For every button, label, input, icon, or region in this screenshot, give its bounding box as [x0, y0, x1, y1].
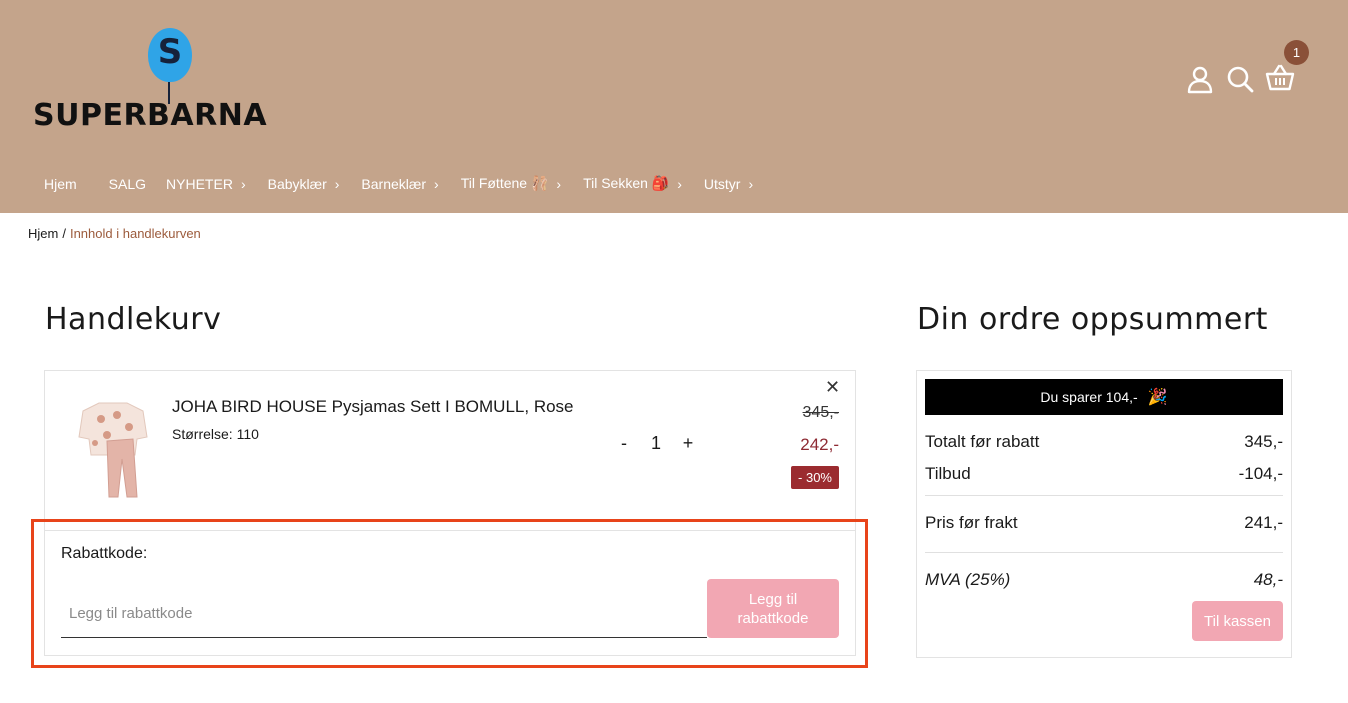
summary-row-vat: MVA (25%) 48,-: [925, 570, 1283, 590]
quantity-increase-button[interactable]: +: [681, 433, 695, 454]
nav-item-label: Til Sekken 🎒: [583, 175, 670, 191]
original-price: 345,-: [802, 404, 839, 421]
nav-item-label: Til Føttene 🩰: [460, 175, 549, 191]
summary-row-label: Pris før frakt: [925, 513, 1018, 532]
breadcrumb: Hjem / Innhold i handlekurven: [28, 226, 201, 241]
quantity-stepper: - 1 +: [617, 433, 695, 454]
nav-item-babyklaer[interactable]: Babyklær ›: [268, 176, 340, 192]
product-name-link[interactable]: JOHA BIRD HOUSE Pysjamas Sett I BOMULL, …: [172, 397, 574, 417]
nav-item-barneklaer[interactable]: Barneklær ›: [361, 176, 438, 192]
user-icon[interactable]: [1185, 64, 1215, 94]
page-title: Handlekurv: [45, 302, 222, 337]
product-image[interactable]: [73, 393, 153, 499]
breadcrumb-current[interactable]: Innhold i handlekurven: [70, 226, 201, 241]
summary-row-value: -104,-: [1238, 464, 1283, 483]
balloon-icon: S: [148, 28, 192, 82]
cart-count-badge: 1: [1284, 40, 1309, 65]
nav-item-nyheter[interactable]: NYHETER ›: [166, 176, 246, 192]
chevron-right-icon: ›: [334, 175, 340, 192]
chevron-right-icon: ›: [434, 175, 439, 192]
party-popper-icon: 🎉: [1147, 389, 1168, 406]
sale-price: 242,-: [800, 435, 839, 454]
header-actions: 1: [1185, 40, 1309, 96]
order-summary-panel: Du sparer 104,- 🎉 Totalt før rabatt 345,…: [916, 370, 1292, 658]
site-header: S SUPERBARNA 1 Hjem SALG NYHETER › Babyk…: [0, 0, 1348, 213]
summary-row-label: Totalt før rabatt: [925, 432, 1040, 451]
chevron-right-icon: ›: [240, 175, 246, 192]
summary-row-value: 241,-: [1244, 513, 1283, 532]
quantity-decrease-button[interactable]: -: [617, 433, 631, 454]
savings-text: Du sparer 104,-: [1040, 389, 1138, 405]
summary-row-total-before-discount: Totalt før rabatt 345,-: [925, 432, 1283, 452]
nav-item-label: Barneklær: [361, 175, 427, 192]
breadcrumb-home-link[interactable]: Hjem: [28, 226, 58, 241]
nav-item-til-sekken[interactable]: Til Sekken 🎒 ›: [583, 175, 682, 192]
basket-icon: [1265, 64, 1295, 91]
chevron-right-icon: ›: [748, 175, 754, 192]
summary-row-label: MVA (25%): [925, 570, 1011, 589]
chevron-right-icon: ›: [556, 175, 562, 192]
nav-item-utstyr[interactable]: Utstyr ›: [704, 176, 753, 192]
nav-item-til-fottene[interactable]: Til Føttene 🩰 ›: [461, 175, 561, 192]
product-size: Størrelse: 110: [172, 426, 259, 442]
cart-button[interactable]: 1: [1265, 40, 1309, 96]
search-icon[interactable]: [1225, 64, 1255, 94]
summary-row-offer: Tilbud -104,-: [925, 464, 1283, 484]
logo-text: SUPERBARNA: [33, 98, 268, 133]
summary-row-value: 48,-: [1253, 570, 1283, 589]
savings-banner: Du sparer 104,- 🎉: [925, 379, 1283, 415]
superbarna-logo[interactable]: S SUPERBARNA: [33, 26, 268, 134]
coupon-highlight-frame: [31, 519, 868, 668]
nav-item-label: Utstyr: [703, 175, 741, 192]
logo-letter: S: [157, 32, 183, 72]
remove-item-close-icon[interactable]: ✕: [825, 377, 840, 398]
chevron-right-icon: ›: [677, 175, 682, 192]
nav-item-label: Babyklær: [267, 175, 327, 192]
summary-row-value: 345,-: [1244, 432, 1283, 451]
nav-item-hjem[interactable]: Hjem: [44, 176, 77, 192]
discount-badge: - 30%: [791, 466, 839, 489]
summary-row-price-before-shipping: Pris før frakt 241,-: [925, 513, 1283, 533]
nav-item-label: SALG: [108, 175, 147, 192]
summary-divider: [925, 495, 1283, 496]
quantity-value[interactable]: 1: [631, 433, 681, 454]
nav-item-salg[interactable]: SALG: [109, 176, 146, 192]
nav-item-label: NYHETER: [166, 175, 233, 192]
nav-item-label: Hjem: [44, 175, 77, 192]
breadcrumb-separator: /: [62, 226, 66, 241]
summary-row-label: Tilbud: [925, 464, 971, 483]
summary-divider: [925, 552, 1283, 553]
main-nav: Hjem SALG NYHETER › Babyklær › Barneklær…: [44, 175, 775, 192]
summary-title: Din ordre oppsummert: [917, 302, 1268, 337]
checkout-button[interactable]: Til kassen: [1192, 601, 1283, 641]
